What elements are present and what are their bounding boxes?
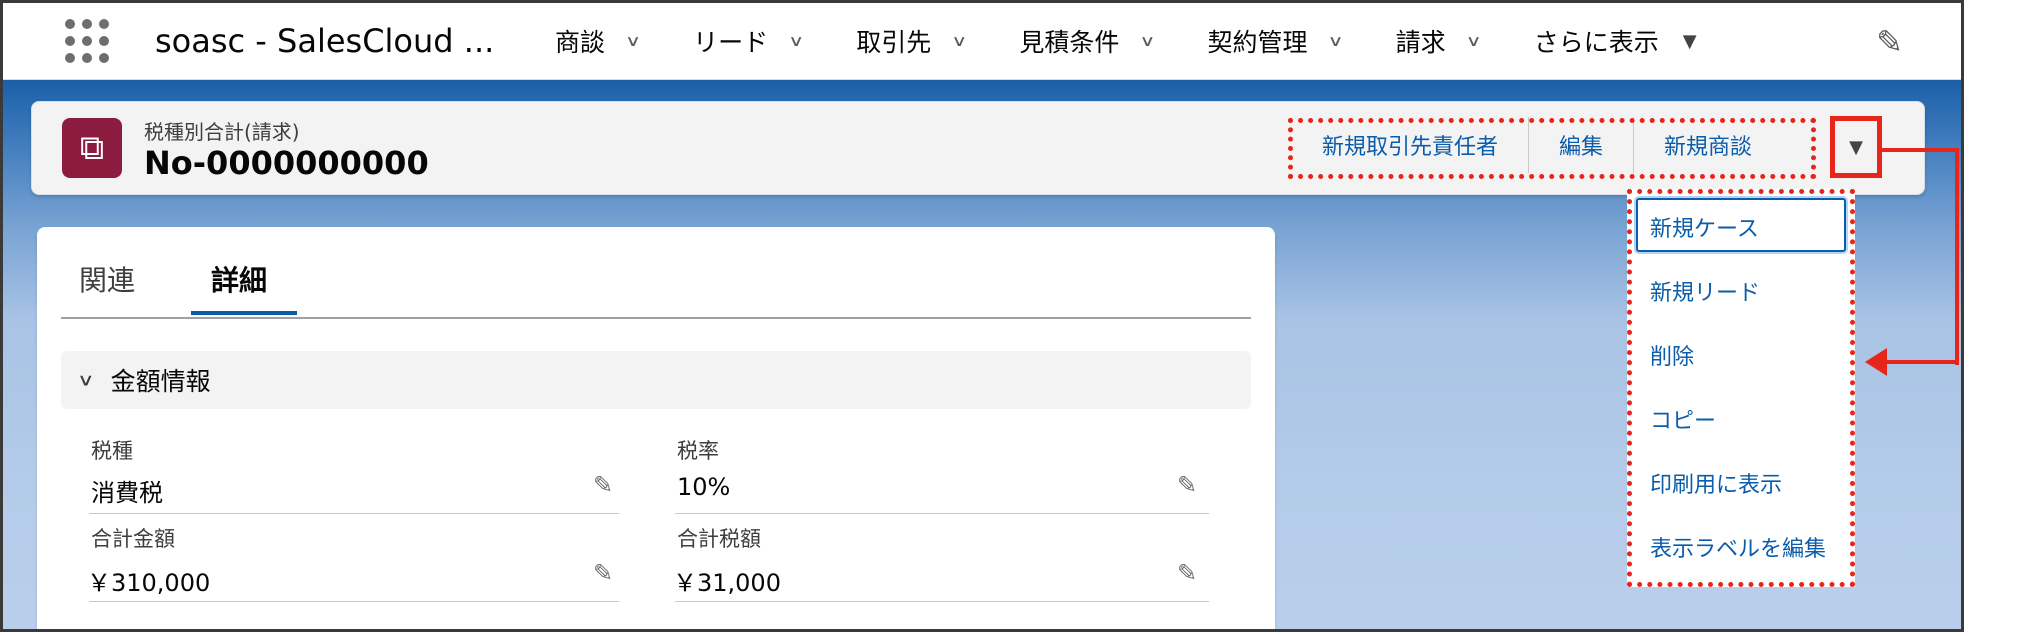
nav-item-accounts[interactable]: 取引先 ∨	[856, 3, 967, 79]
menu-item-printable-view[interactable]: 印刷用に表示	[1650, 467, 1782, 499]
menu-item-copy[interactable]: コピー	[1650, 403, 1716, 435]
nav-item-leads[interactable]: リード ∨	[693, 3, 804, 79]
menu-item-new-lead[interactable]: 新規リード	[1650, 275, 1760, 307]
tab-bar: 関連 詳細	[61, 227, 1251, 319]
nav-item-quote-terms[interactable]: 見積条件 ∨	[1019, 3, 1155, 79]
pencil-icon[interactable]: ✎	[593, 471, 613, 499]
field-divider	[89, 513, 619, 514]
annotation-line	[1883, 360, 1959, 364]
nav-item-contracts[interactable]: 契約管理 ∨	[1208, 3, 1344, 79]
more-actions-dropdown: 新規ケース 新規リード 削除 コピー 印刷用に表示 表示ラベルを編集	[1627, 189, 1855, 587]
menu-item-delete[interactable]: 削除	[1650, 339, 1694, 371]
nav-item-label: 請求	[1395, 28, 1446, 57]
menu-item-new-case[interactable]: 新規ケース	[1650, 211, 1759, 243]
new-contact-button[interactable]: 新規取引先責任者	[1292, 117, 1530, 173]
field-label-total-tax: 合計税額	[677, 527, 761, 551]
object-type-label: 税種別合計(請求)	[144, 120, 300, 144]
chevron-down-icon[interactable]: ∨	[951, 32, 967, 50]
field-label-total-amount: 合計金額	[91, 527, 175, 551]
pencil-icon[interactable]: ✎	[593, 559, 613, 587]
nav-item-label: 取引先	[856, 28, 932, 57]
nav-item-opportunities[interactable]: 商談 ∨	[555, 3, 641, 79]
nav-item-label: リード	[693, 28, 769, 57]
tab-related[interactable]: 関連	[79, 259, 135, 299]
nav-item-label: 契約管理	[1207, 28, 1308, 57]
object-icon: ⧉	[62, 118, 122, 178]
chevron-down-icon[interactable]: ∨	[1328, 32, 1344, 50]
action-button-group: 新規取引先責任者 編集 新規商談	[1292, 115, 1783, 175]
nav-more-menu[interactable]: さらに表示 ▼	[1534, 3, 1697, 79]
field-divider	[675, 513, 1209, 514]
pencil-icon[interactable]: ✎	[1876, 23, 1903, 61]
field-value-tax-type: 消費税	[91, 479, 163, 507]
caret-down-icon[interactable]: ▼	[1683, 31, 1697, 52]
record-highlights-panel: ⧉ 税種別合計(請求) No-0000000000 新規取引先責任者 編集 新規…	[31, 101, 1925, 195]
nav-item-label: 商談	[555, 28, 606, 57]
record-detail-card: 関連 詳細 ∨ 金額情報 税種 消費税 ✎ 税率 10% ✎ 合計金額 ￥310…	[37, 227, 1275, 629]
nav-item-label: 見積条件	[1019, 28, 1120, 57]
chevron-down-icon[interactable]: ∨	[625, 32, 641, 50]
pencil-icon[interactable]: ✎	[1177, 559, 1197, 587]
record-title: No-0000000000	[144, 144, 429, 182]
app-launcher-icon[interactable]	[65, 19, 109, 63]
app-name: soasc - SalesCloud ...	[155, 22, 495, 60]
section-title: 金額情報	[110, 367, 211, 396]
field-divider	[89, 601, 619, 602]
active-tab-indicator	[191, 311, 297, 315]
screenshot-frame: soasc - SalesCloud ... 商談 ∨ リード ∨ 取引先 ∨ …	[0, 0, 1964, 632]
caret-down-icon: ▼	[1849, 136, 1863, 158]
field-value-total-tax: ￥31,000	[673, 569, 781, 597]
tab-details[interactable]: 詳細	[211, 259, 267, 299]
new-opportunity-button[interactable]: 新規商談	[1634, 117, 1783, 173]
chevron-down-icon[interactable]: ∨	[1139, 32, 1155, 50]
field-divider	[675, 601, 1209, 602]
nav-item-billing[interactable]: 請求 ∨	[1396, 3, 1482, 79]
pencil-icon[interactable]: ✎	[1177, 471, 1197, 499]
field-label-tax-rate: 税率	[677, 439, 719, 463]
field-value-total-amount: ￥310,000	[87, 569, 211, 597]
annotation-line	[1879, 148, 1959, 152]
annotation-arrow-icon	[1865, 348, 1887, 376]
chevron-down-icon[interactable]: ∨	[788, 32, 804, 50]
chevron-down-icon[interactable]: ∨	[1466, 32, 1482, 50]
global-nav-bar: soasc - SalesCloud ... 商談 ∨ リード ∨ 取引先 ∨ …	[3, 3, 1961, 80]
annotation-line	[1955, 148, 1959, 365]
section-header[interactable]: ∨ 金額情報	[61, 351, 1251, 409]
field-label-tax-type: 税種	[91, 439, 133, 463]
edit-button[interactable]: 編集	[1529, 117, 1635, 173]
more-actions-button[interactable]: ▼	[1830, 116, 1882, 178]
nav-more-label: さらに表示	[1533, 28, 1659, 57]
chevron-down-icon: ∨	[77, 370, 95, 390]
menu-item-edit-labels[interactable]: 表示ラベルを編集	[1650, 531, 1826, 563]
field-value-tax-rate: 10%	[677, 473, 731, 501]
